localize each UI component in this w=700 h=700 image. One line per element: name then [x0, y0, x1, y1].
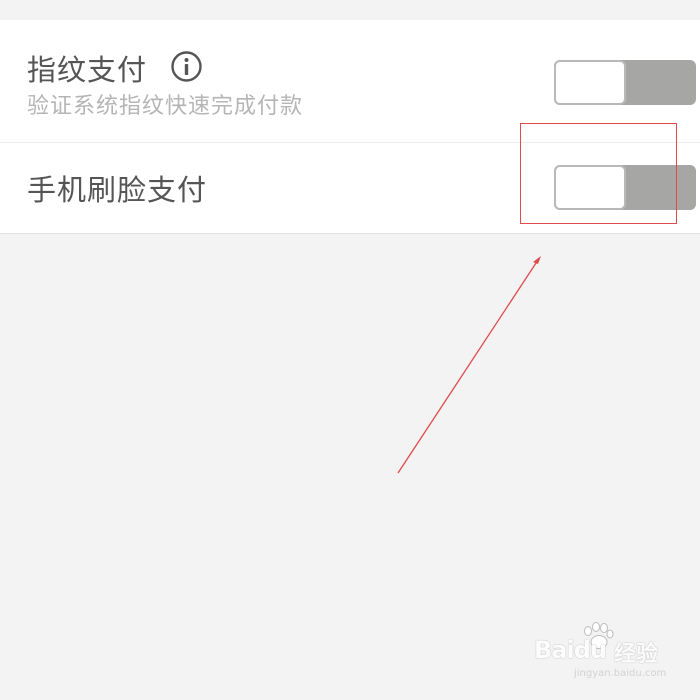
annotation-highlight-box [520, 123, 677, 224]
watermark-suffix: 经验 [614, 642, 659, 667]
fingerprint-payment-title: 指纹支付 [27, 53, 148, 87]
baidu-jingyan-watermark: Baidu 经验 jingyan.baidu.com [534, 622, 684, 679]
info-circle-icon[interactable] [170, 50, 203, 83]
fingerprint-payment-toggle[interactable] [554, 60, 696, 105]
toggle-knob [554, 60, 626, 105]
watermark-brand: Baidu [534, 636, 607, 664]
fingerprint-payment-subtitle: 验证系统指纹快速完成付款 [27, 94, 304, 119]
face-payment-title: 手机刷脸支付 [27, 173, 208, 207]
watermark-url: jingyan.baidu.com [574, 668, 667, 679]
